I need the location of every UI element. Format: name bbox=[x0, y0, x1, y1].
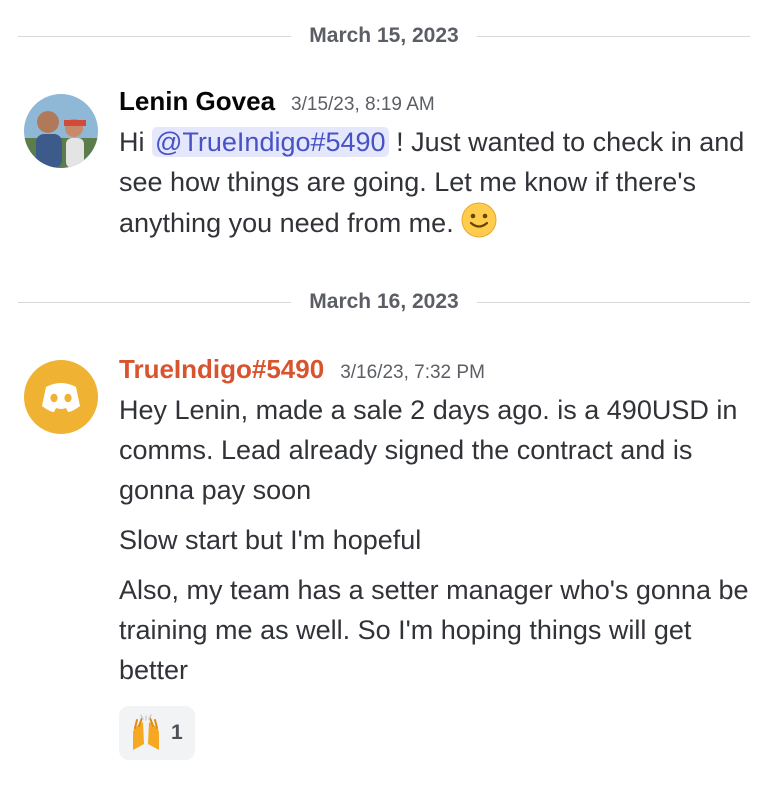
message-header: Lenin Govea 3/15/23, 8:19 AM bbox=[119, 86, 752, 122]
discord-logo-icon bbox=[42, 383, 80, 412]
raised-hands-icon bbox=[133, 714, 159, 750]
avatar-lenin-govea[interactable] bbox=[24, 94, 98, 168]
reaction-count: 1 bbox=[171, 721, 183, 744]
message-text: Also, my team has a setter manager who's… bbox=[119, 575, 749, 685]
timestamp: 3/16/23, 7:32 PM bbox=[340, 362, 485, 383]
divider-date: March 16, 2023 bbox=[309, 290, 459, 313]
message-text: Slow start but I'm hopeful bbox=[119, 525, 422, 555]
date-divider: March 15, 2023 bbox=[18, 16, 750, 56]
message-text: Hey Lenin, made a sale 2 days ago. is a … bbox=[119, 395, 738, 505]
divider-line bbox=[476, 301, 750, 303]
user-photo-icon bbox=[24, 94, 98, 168]
avatar-trueindigo[interactable] bbox=[24, 360, 98, 434]
message-header: TrueIndigo#5490 3/16/23, 7:32 PM bbox=[119, 354, 752, 390]
slightly-smiling-face-icon bbox=[461, 202, 497, 238]
message-text: Hi @TrueIndigo#5490 ! Just wanted to che… bbox=[119, 122, 752, 243]
username[interactable]: TrueIndigo#5490 bbox=[119, 354, 324, 385]
divider-line bbox=[476, 35, 750, 37]
user-mention[interactable]: @TrueIndigo#5490 bbox=[152, 127, 389, 157]
divider-line bbox=[18, 35, 292, 37]
timestamp: 3/15/23, 8:19 AM bbox=[291, 94, 435, 115]
divider-line bbox=[18, 301, 292, 303]
reaction-button[interactable]: 1 bbox=[119, 706, 195, 760]
date-divider: March 16, 2023 bbox=[18, 282, 750, 322]
message-text-part: Hi bbox=[119, 127, 152, 157]
divider-date: March 15, 2023 bbox=[309, 24, 459, 47]
username[interactable]: Lenin Govea bbox=[119, 86, 275, 117]
